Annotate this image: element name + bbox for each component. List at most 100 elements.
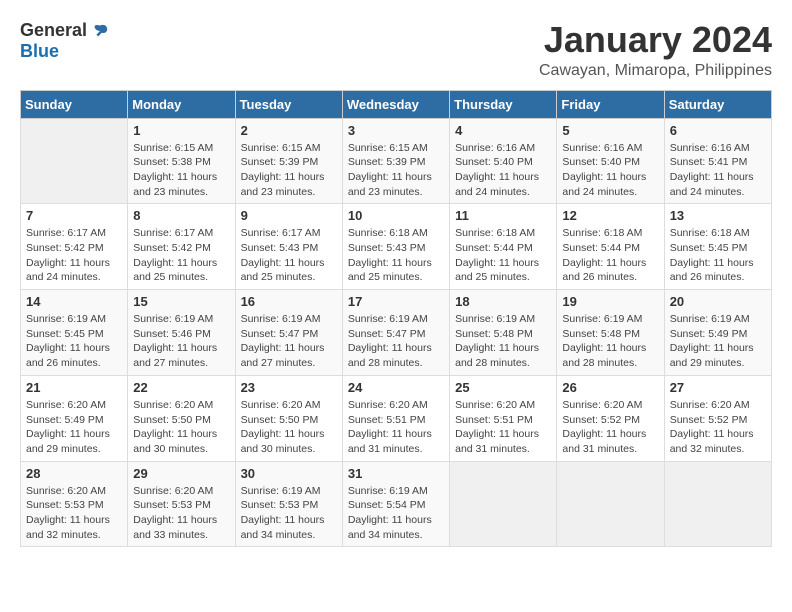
- day-number: 31: [348, 466, 444, 481]
- day-number: 18: [455, 294, 551, 309]
- day-number: 4: [455, 123, 551, 138]
- day-detail: Sunrise: 6:20 AMSunset: 5:53 PMDaylight:…: [26, 484, 122, 543]
- day-number: 24: [348, 380, 444, 395]
- calendar-cell: 31 Sunrise: 6:19 AMSunset: 5:54 PMDayligh…: [342, 461, 449, 547]
- calendar-cell: 9Sunrise: 6:17 AMSunset: 5:43 PMDaylight…: [235, 204, 342, 290]
- calendar-cell: 28 Sunrise: 6:20 AMSunset: 5:53 PMDayligh…: [21, 461, 128, 547]
- calendar-cell: 22Sunrise: 6:20 AMSunset: 5:50 PMDayligh…: [128, 375, 235, 461]
- day-detail: Sunrise: 6:18 AMSunset: 5:43 PMDaylight:…: [348, 226, 444, 285]
- page-header: General Blue January 2024 Cawayan, Mimar…: [20, 20, 772, 80]
- calendar-cell: 5Sunrise: 6:16 AMSunset: 5:40 PMDaylight…: [557, 118, 664, 204]
- day-number: 25: [455, 380, 551, 395]
- calendar-cell: 27Sunrise: 6:20 AMSunset: 5:52 PMDayligh…: [664, 375, 771, 461]
- day-detail: Sunrise: 6:17 AMSunset: 5:42 PMDaylight:…: [133, 226, 229, 285]
- day-detail: Sunrise: 6:15 AMSunset: 5:38 PMDaylight:…: [133, 141, 229, 200]
- day-detail: Sunrise: 6:18 AMSunset: 5:45 PMDaylight:…: [670, 226, 766, 285]
- day-number: 28: [26, 466, 122, 481]
- day-header-tuesday: Tuesday: [235, 90, 342, 118]
- calendar-cell: 24Sunrise: 6:20 AMSunset: 5:51 PMDayligh…: [342, 375, 449, 461]
- day-detail: Sunrise: 6:19 AMSunset: 5:49 PMDaylight:…: [670, 312, 766, 371]
- day-number: 6: [670, 123, 766, 138]
- day-detail: Sunrise: 6:19 AMSunset: 5:45 PMDaylight:…: [26, 312, 122, 371]
- logo: General Blue: [20, 20, 109, 62]
- day-detail: Sunrise: 6:20 AMSunset: 5:51 PMDaylight:…: [455, 398, 551, 457]
- calendar-cell: 14 Sunrise: 6:19 AMSunset: 5:45 PMDayligh…: [21, 290, 128, 376]
- calendar-cell: 3 Sunrise: 6:15 AMSunset: 5:39 PMDaylight…: [342, 118, 449, 204]
- calendar-cell: 6 Sunrise: 6:16 AMSunset: 5:41 PMDaylight…: [664, 118, 771, 204]
- calendar-cell: 15Sunrise: 6:19 AMSunset: 5:46 PMDayligh…: [128, 290, 235, 376]
- day-header-thursday: Thursday: [450, 90, 557, 118]
- logo-general-text: General: [20, 20, 87, 41]
- day-number: 8: [133, 208, 229, 223]
- day-detail: Sunrise: 6:19 AMSunset: 5:48 PMDaylight:…: [455, 312, 551, 371]
- day-detail: Sunrise: 6:19 AMSunset: 5:47 PMDaylight:…: [348, 312, 444, 371]
- day-number: 10: [348, 208, 444, 223]
- day-number: 29: [133, 466, 229, 481]
- calendar-cell: 19 Sunrise: 6:19 AMSunset: 5:48 PMDayligh…: [557, 290, 664, 376]
- title-section: January 2024 Cawayan, Mimaropa, Philippi…: [539, 20, 772, 80]
- day-number: 1: [133, 123, 229, 138]
- calendar-cell: 1 Sunrise: 6:15 AMSunset: 5:38 PMDaylight…: [128, 118, 235, 204]
- day-number: 2: [241, 123, 337, 138]
- day-number: 26: [562, 380, 658, 395]
- logo-bird-icon: [91, 22, 109, 40]
- calendar-cell: 17 Sunrise: 6:19 AMSunset: 5:47 PMDayligh…: [342, 290, 449, 376]
- calendar-cell: 20 Sunrise: 6:19 AMSunset: 5:49 PMDayligh…: [664, 290, 771, 376]
- calendar-cell: [557, 461, 664, 547]
- day-number: 7: [26, 208, 122, 223]
- calendar-cell: [664, 461, 771, 547]
- day-header-sunday: Sunday: [21, 90, 128, 118]
- day-header-wednesday: Wednesday: [342, 90, 449, 118]
- main-title: January 2024: [539, 20, 772, 60]
- day-header-friday: Friday: [557, 90, 664, 118]
- day-number: 20: [670, 294, 766, 309]
- day-number: 11: [455, 208, 551, 223]
- day-detail: Sunrise: 6:16 AMSunset: 5:41 PMDaylight:…: [670, 141, 766, 200]
- calendar-cell: 13 Sunrise: 6:18 AMSunset: 5:45 PMDayligh…: [664, 204, 771, 290]
- day-detail: Sunrise: 6:18 AMSunset: 5:44 PMDaylight:…: [455, 226, 551, 285]
- day-detail: Sunrise: 6:15 AMSunset: 5:39 PMDaylight:…: [241, 141, 337, 200]
- day-number: 15: [133, 294, 229, 309]
- day-number: 17: [348, 294, 444, 309]
- day-detail: Sunrise: 6:15 AMSunset: 5:39 PMDaylight:…: [348, 141, 444, 200]
- day-detail: Sunrise: 6:20 AMSunset: 5:52 PMDaylight:…: [562, 398, 658, 457]
- day-header-monday: Monday: [128, 90, 235, 118]
- calendar-cell: [21, 118, 128, 204]
- calendar-cell: 30Sunrise: 6:19 AMSunset: 5:53 PMDayligh…: [235, 461, 342, 547]
- calendar-cell: 12 Sunrise: 6:18 AMSunset: 5:44 PMDayligh…: [557, 204, 664, 290]
- day-number: 3: [348, 123, 444, 138]
- day-detail: Sunrise: 6:20 AMSunset: 5:50 PMDaylight:…: [133, 398, 229, 457]
- calendar-cell: 18 Sunrise: 6:19 AMSunset: 5:48 PMDayligh…: [450, 290, 557, 376]
- day-number: 19: [562, 294, 658, 309]
- calendar-table: SundayMondayTuesdayWednesdayThursdayFrid…: [20, 90, 772, 548]
- calendar-week-row: 28 Sunrise: 6:20 AMSunset: 5:53 PMDayligh…: [21, 461, 772, 547]
- calendar-cell: 10 Sunrise: 6:18 AMSunset: 5:43 PMDayligh…: [342, 204, 449, 290]
- calendar-cell: [450, 461, 557, 547]
- calendar-cell: 4 Sunrise: 6:16 AMSunset: 5:40 PMDaylight…: [450, 118, 557, 204]
- day-detail: Sunrise: 6:20 AMSunset: 5:53 PMDaylight:…: [133, 484, 229, 543]
- day-number: 12: [562, 208, 658, 223]
- day-detail: Sunrise: 6:20 AMSunset: 5:50 PMDaylight:…: [241, 398, 337, 457]
- day-number: 14: [26, 294, 122, 309]
- calendar-cell: 21 Sunrise: 6:20 AMSunset: 5:49 PMDayligh…: [21, 375, 128, 461]
- day-detail: Sunrise: 6:20 AMSunset: 5:52 PMDaylight:…: [670, 398, 766, 457]
- calendar-week-row: 21 Sunrise: 6:20 AMSunset: 5:49 PMDayligh…: [21, 375, 772, 461]
- subtitle: Cawayan, Mimaropa, Philippines: [539, 62, 772, 80]
- day-detail: Sunrise: 6:20 AMSunset: 5:49 PMDaylight:…: [26, 398, 122, 457]
- day-number: 13: [670, 208, 766, 223]
- calendar-cell: 2 Sunrise: 6:15 AMSunset: 5:39 PMDaylight…: [235, 118, 342, 204]
- day-detail: Sunrise: 6:19 AMSunset: 5:54 PMDaylight:…: [348, 484, 444, 543]
- day-detail: Sunrise: 6:18 AMSunset: 5:44 PMDaylight:…: [562, 226, 658, 285]
- day-number: 21: [26, 380, 122, 395]
- day-detail: Sunrise: 6:16 AMSunset: 5:40 PMDaylight:…: [455, 141, 551, 200]
- calendar-cell: 29 Sunrise: 6:20 AMSunset: 5:53 PMDayligh…: [128, 461, 235, 547]
- logo-blue-text: Blue: [20, 41, 59, 61]
- day-number: 23: [241, 380, 337, 395]
- calendar-cell: 16Sunrise: 6:19 AMSunset: 5:47 PMDayligh…: [235, 290, 342, 376]
- calendar-cell: 23 Sunrise: 6:20 AMSunset: 5:50 PMDayligh…: [235, 375, 342, 461]
- day-detail: Sunrise: 6:19 AMSunset: 5:48 PMDaylight:…: [562, 312, 658, 371]
- calendar-cell: 11 Sunrise: 6:18 AMSunset: 5:44 PMDayligh…: [450, 204, 557, 290]
- day-detail: Sunrise: 6:17 AMSunset: 5:43 PMDaylight:…: [241, 226, 337, 285]
- calendar-week-row: 14 Sunrise: 6:19 AMSunset: 5:45 PMDayligh…: [21, 290, 772, 376]
- day-detail: Sunrise: 6:19 AMSunset: 5:53 PMDaylight:…: [241, 484, 337, 543]
